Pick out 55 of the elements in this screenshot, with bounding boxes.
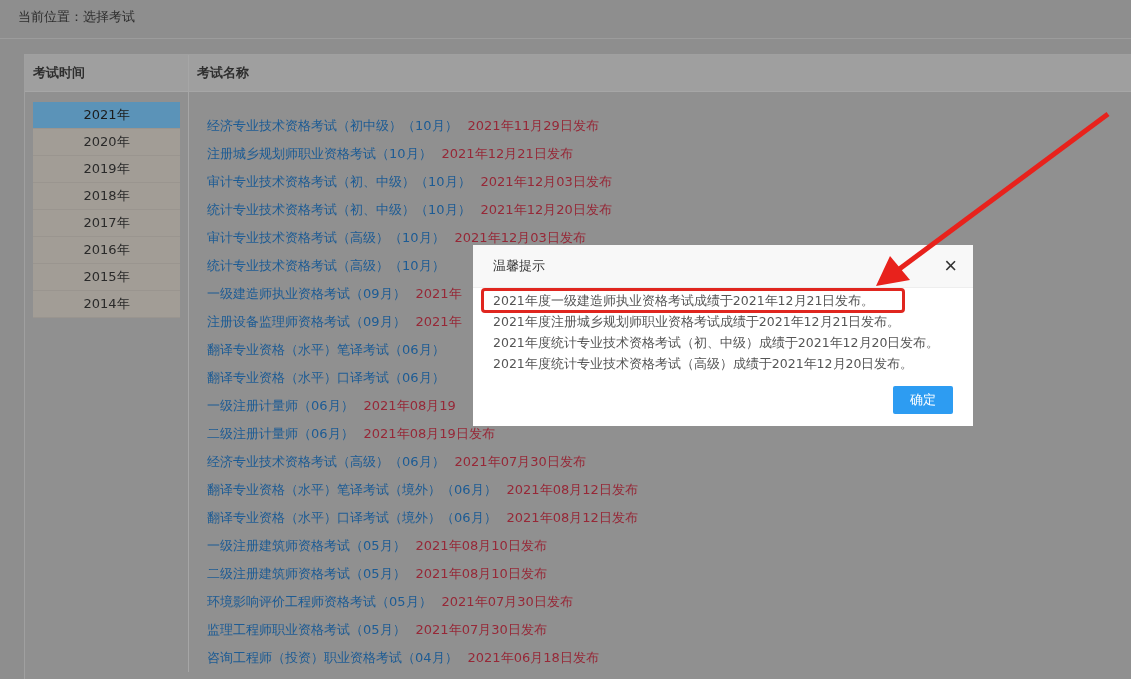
release-date: 2021年08月12日发布 [506, 481, 638, 499]
exam-link[interactable]: 一级注册计量师（06月） [207, 392, 354, 420]
message: 2021年度统计专业技术资格考试（高级）成绩于2021年12月20日发布。 [492, 355, 914, 373]
release-date: 2021年06月18日发布 [467, 649, 599, 667]
release-date: 2021年 [415, 313, 462, 331]
release-date: 2021年07月30日发布 [441, 593, 573, 611]
release-date: 2021年08月10日发布 [415, 565, 547, 583]
year-tab[interactable]: 2014年 [33, 291, 180, 318]
release-date: 2021年07月30日发布 [415, 621, 547, 639]
exam-link[interactable]: 经济专业技术资格考试（初中级）（10月） [207, 112, 458, 140]
exam-link[interactable]: 注册城乡规划师职业资格考试（10月） [207, 140, 432, 168]
exam-link[interactable]: 审计专业技术资格考试（初、中级）（10月） [207, 168, 471, 196]
message: 2021年度统计专业技术资格考试（初、中级）成绩于2021年12月20日发布。 [492, 334, 940, 352]
message: 2021年度注册城乡规划师职业资格考试成绩于2021年12月21日发布。 [492, 313, 901, 331]
highlighted-message: 2021年度一级建造师执业资格考试成绩于2021年12月21日发布。 [483, 290, 903, 311]
release-date: 2021年12月20日发布 [480, 201, 612, 219]
exam-link[interactable]: 注册设备监理师资格考试（09月） [207, 308, 406, 336]
year-tab[interactable]: 2017年 [33, 210, 180, 237]
release-date: 2021年12月21日发布 [441, 145, 573, 163]
breadcrumb: 当前位置：选择考试 [0, 0, 1131, 39]
year-tab[interactable]: 2019年 [33, 156, 180, 183]
confirm-button[interactable]: 确定 [893, 386, 953, 414]
release-date: 2021年08月10日发布 [415, 537, 547, 555]
dialog-title: 温馨提示 [493, 257, 545, 275]
release-date: 2021年 [415, 285, 462, 303]
exam-link[interactable]: 审计专业技术资格考试（高级）（10月） [207, 224, 445, 252]
year-tab[interactable]: 2016年 [33, 237, 180, 264]
year-tab[interactable]: 2015年 [33, 264, 180, 291]
year-tab[interactable]: 2018年 [33, 183, 180, 210]
exam-link[interactable]: 咨询工程师（投资）职业资格考试（04月） [207, 644, 458, 672]
exam-link[interactable]: 监理工程师职业资格考试（05月） [207, 616, 406, 644]
exam-link[interactable]: 环境影响评价工程师资格考试（05月） [207, 588, 432, 616]
release-date: 2021年11月29日发布 [467, 117, 599, 135]
exam-link[interactable]: 二级注册建筑师资格考试（05月） [207, 560, 406, 588]
close-button[interactable]: × [942, 255, 959, 277]
year-tab[interactable]: 2020年 [33, 129, 180, 156]
release-date: 2021年12月03日发布 [454, 229, 586, 247]
exam-link[interactable]: 一级建造师执业资格考试（09月） [207, 280, 406, 308]
exam-link[interactable]: 翻译专业资格（水平）口译考试（06月） [207, 364, 445, 392]
release-date: 2021年08月12日发布 [506, 509, 638, 527]
exam-link[interactable]: 二级注册计量师（06月） [207, 420, 354, 448]
exam-link[interactable]: 一级注册建筑师资格考试（05月） [207, 532, 406, 560]
exam-link[interactable]: 经济专业技术资格考试（高级）（06月） [207, 448, 445, 476]
year-tab[interactable]: 2021年 [33, 102, 180, 129]
release-date: 2021年12月03日发布 [480, 173, 612, 191]
release-date: 2021年07月30日发布 [454, 453, 586, 471]
exam-link[interactable]: 翻译专业资格（水平）笔译考试（06月） [207, 336, 445, 364]
exam-link[interactable]: 统计专业技术资格考试（高级）（10月） [207, 252, 445, 280]
release-date: 2021年08月19日发布 [363, 425, 495, 443]
release-date: 2021年08月19 [363, 397, 456, 415]
exam-link[interactable]: 翻译专业资格（水平）口译考试（境外）（06月） [207, 504, 497, 532]
exam-link[interactable]: 统计专业技术资格考试（初、中级）（10月） [207, 196, 471, 224]
column-header: 考试名称 [196, 64, 249, 82]
column-header: 考试时间 [25, 55, 189, 91]
exam-link[interactable]: 翻译专业资格（水平）笔译考试（境外）（06月） [207, 476, 497, 504]
